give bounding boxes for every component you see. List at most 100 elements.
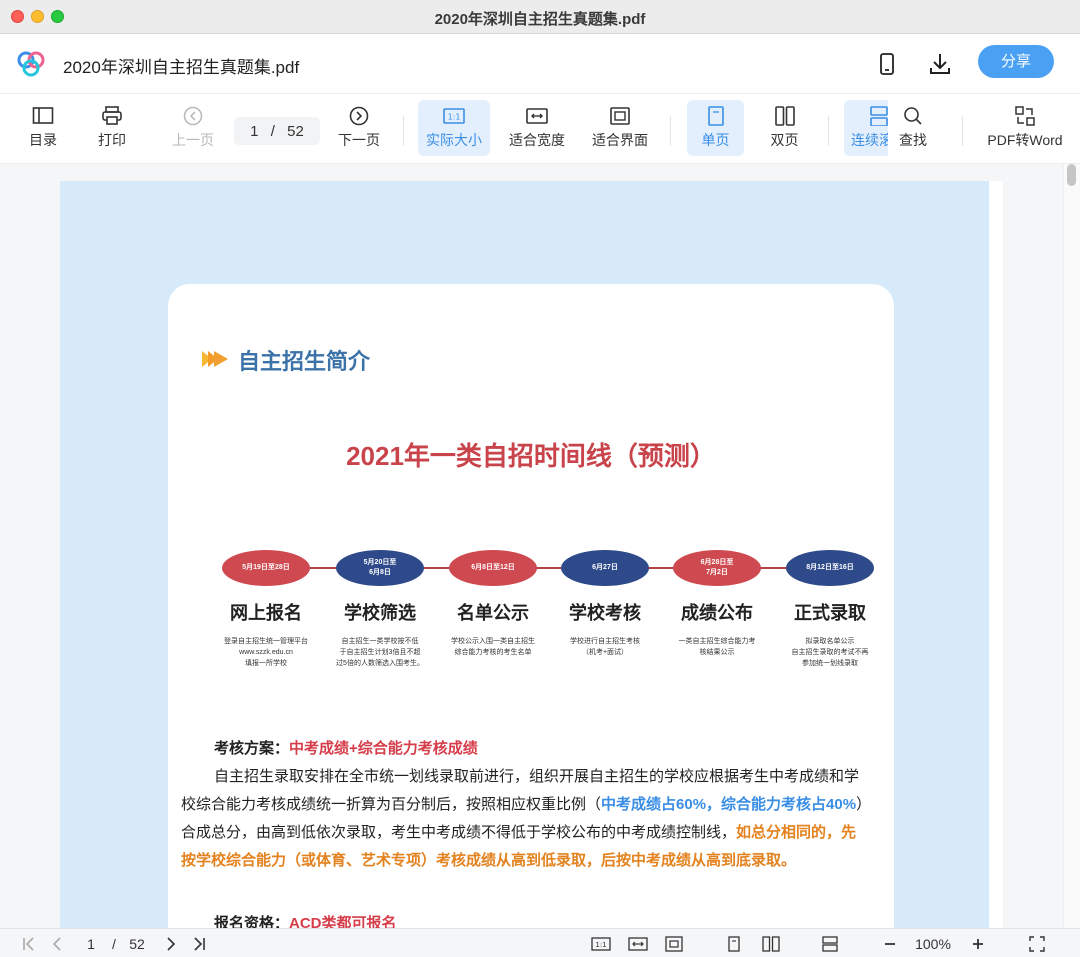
mobile-icon[interactable] [874, 51, 900, 77]
window-titlebar: 2020年深圳自主招生真题集.pdf [0, 0, 1080, 34]
app-logo-icon [17, 51, 45, 77]
page-separator: / [270, 122, 275, 140]
timeline-step-description: 自主招生一类学校按不低 于自主招生计划3倍且不超 过5倍的人数筛选入围考生。 [336, 638, 424, 667]
double-page-label: 双页 [770, 132, 799, 148]
timeline-line [228, 567, 868, 569]
timeline-date-node: 5月19日至28日 [222, 550, 310, 586]
timeline-step-description: 拟录取名单公示 自主招生录取的考试不再 参加统一划线录取 [791, 638, 869, 667]
next-circle-icon [349, 106, 369, 126]
toc-icon [32, 107, 54, 124]
actual-size-small-icon[interactable]: 1:1 [590, 934, 612, 954]
actual-size-icon: 1:1 [443, 108, 465, 124]
timeline-date-node: 6月8日至12日 [449, 550, 537, 586]
timeline-date-node: 5月20日至 6月8日 [336, 550, 424, 586]
print-button[interactable]: 打印 [76, 100, 148, 156]
section-arrow-icon [202, 351, 228, 367]
toolbar-divider [670, 116, 671, 146]
zoom-out-icon[interactable] [880, 934, 900, 954]
window-title: 2020年深圳自主招生真题集.pdf [434, 11, 646, 28]
timeline-title: 2021年一类自招时间线（预测） [346, 441, 716, 471]
actual-size-button[interactable]: 1:1 实际大小 [418, 100, 490, 156]
page-number-input[interactable]: 1 / 52 [234, 117, 320, 145]
section-title: 自主招生简介 [238, 349, 371, 374]
last-page-icon[interactable] [190, 934, 208, 954]
single-page-icon [707, 106, 724, 126]
timeline-step-title: 正式录取 [794, 603, 866, 623]
assessment-paragraph: 自主招生录取安排在全市统一划线录取前进行，组织开展自主招生的学校应根据考生中考成… [181, 763, 871, 875]
page-edge [989, 181, 1003, 928]
toolbar: 目录 打印 上一页 1 / 52 下一页 1:1 实际大小 适合宽度 适合界面 … [0, 94, 1080, 164]
timeline-step-title: 名单公示 [457, 603, 529, 623]
print-icon [102, 106, 122, 125]
double-page-icon [774, 106, 795, 126]
timeline-step-description: 一类自主招生综合能力考 核结果公示 [678, 638, 756, 656]
continuous-small-icon[interactable] [820, 934, 840, 954]
find-button[interactable]: 查找 [878, 100, 948, 156]
page-current: 1 [250, 122, 259, 140]
zoom-level[interactable]: 100% [910, 934, 956, 954]
toolbar-divider [962, 116, 963, 146]
download-icon[interactable] [927, 51, 953, 77]
page-total: 52 [287, 122, 304, 140]
toc-button[interactable]: 目录 [7, 100, 79, 156]
bottom-page-separator: / [112, 936, 116, 952]
prev-page-label: 上一页 [172, 132, 214, 148]
timeline-step-title: 网上报名 [230, 603, 302, 623]
timeline-step-description: 学校公示入围一类自主招生 综合能力考核的考生名单 [451, 638, 535, 656]
actual-size-label: 实际大小 [426, 132, 482, 148]
svg-text:1:1: 1:1 [448, 113, 461, 122]
first-page-icon[interactable] [20, 934, 38, 954]
pdf-page: 自主招生简介 2021年一类自招时间线（预测） 5月19日至28日网上报名登录自… [60, 181, 1003, 928]
next-page-button[interactable]: 下一页 [323, 100, 395, 156]
timeline-step-description: 登录自主招生统一管理平台 www.szzk.edu.cn 填报一所学校 [224, 638, 308, 667]
bottom-status-bar: 1 / 52 1:1 100% [0, 928, 1080, 957]
pdf-to-word-button[interactable]: PDF转Word [982, 100, 1068, 156]
pdf-to-word-label: PDF转Word [987, 132, 1063, 148]
timeline-step-title: 学校考核 [569, 603, 641, 623]
fit-page-icon [610, 107, 630, 125]
vertical-scrollbar[interactable] [1063, 164, 1080, 928]
qualification-label: 报名资格： [214, 915, 290, 928]
find-label: 查找 [899, 132, 927, 148]
page-card: 自主招生简介 2021年一类自招时间线（预测） 5月19日至28日网上报名登录自… [168, 284, 894, 928]
toolbar-divider [403, 116, 404, 146]
app-header: 2020年深圳自主招生真题集.pdf 分享 [0, 34, 1080, 94]
fit-width-button[interactable]: 适合宽度 [501, 100, 573, 156]
search-icon [904, 107, 922, 125]
fullscreen-icon[interactable] [1027, 934, 1047, 954]
assessment-label: 考核方案： [214, 740, 290, 757]
next-page-small-icon[interactable] [162, 934, 180, 954]
fit-page-button[interactable]: 适合界面 [584, 100, 656, 156]
qualification-heading: 报名资格：ACD类都可报名 [181, 910, 871, 928]
assessment-value: 中考成绩+综合能力考核成绩 [289, 740, 478, 757]
fit-width-label: 适合宽度 [509, 132, 565, 148]
timeline-step-title: 成绩公布 [681, 603, 753, 623]
double-page-small-icon[interactable] [761, 934, 781, 954]
fit-page-small-icon[interactable] [663, 934, 685, 954]
fit-width-icon [526, 108, 548, 124]
svg-text:1:1: 1:1 [595, 941, 606, 949]
convert-icon [1015, 106, 1035, 126]
timeline-step-title: 学校筛选 [344, 603, 416, 623]
bottom-page-total: 52 [129, 936, 145, 952]
share-button[interactable]: 分享 [978, 45, 1054, 78]
prev-page-button[interactable]: 上一页 [157, 100, 229, 156]
timeline-step-description: 学校进行自主招生考核 （机考+面试） [570, 638, 640, 656]
paragraph-weight-highlight: 中考成绩占60%，综合能力考核占40% [601, 796, 857, 813]
double-page-button[interactable]: 双页 [756, 100, 813, 156]
toolbar-divider [828, 116, 829, 146]
zoom-in-icon[interactable] [968, 934, 988, 954]
timeline-date-node: 6月27日 [561, 550, 649, 586]
fit-page-label: 适合界面 [592, 132, 648, 148]
prev-page-small-icon[interactable] [48, 934, 66, 954]
prev-circle-icon [183, 106, 203, 126]
next-page-label: 下一页 [338, 132, 380, 148]
document-viewport[interactable]: 自主招生简介 2021年一类自招时间线（预测） 5月19日至28日网上报名登录自… [0, 164, 1080, 928]
single-page-button[interactable]: 单页 [687, 100, 744, 156]
scrollbar-thumb[interactable] [1067, 164, 1076, 186]
qualification-value: ACD类都可报名 [289, 915, 397, 928]
assessment-heading: 考核方案：中考成绩+综合能力考核成绩 [181, 735, 871, 763]
fit-width-small-icon[interactable] [627, 934, 649, 954]
bottom-page-current[interactable]: 1 [82, 934, 100, 954]
single-page-small-icon[interactable] [724, 934, 744, 954]
